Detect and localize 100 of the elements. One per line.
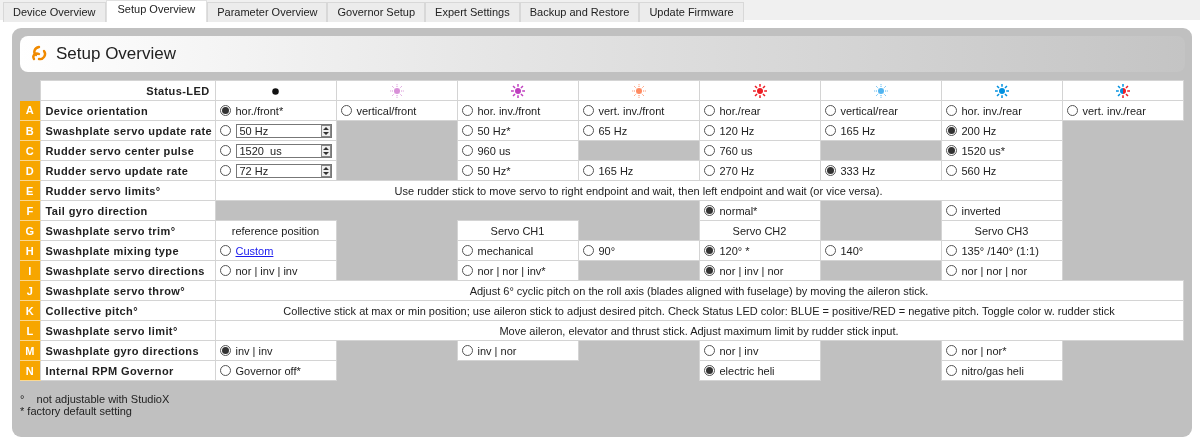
row-letter: K: [25, 304, 34, 317]
tab[interactable]: Governor Setup: [327, 2, 426, 22]
row-label: Swashplate gyro directions: [45, 344, 199, 357]
radio-button[interactable]: [824, 105, 836, 116]
radio-button[interactable]: [461, 145, 473, 156]
row-label: Rudder servo update rate: [45, 164, 189, 177]
option-label: nitro/gas heli: [961, 364, 1024, 377]
radio-button[interactable]: [945, 105, 957, 116]
spinner-icon[interactable]: [320, 124, 331, 137]
radio-button[interactable]: [703, 165, 715, 176]
option-label: 165 Hz: [840, 124, 876, 137]
option-label: 65 Hz: [598, 124, 628, 137]
radio-button[interactable]: [945, 145, 957, 156]
tab[interactable]: Backup and Restore: [519, 2, 640, 22]
option-label: 135° /140° (1:1): [961, 244, 1039, 257]
row-label: Device orientation: [45, 104, 149, 117]
radio-button[interactable]: [219, 165, 231, 176]
radio-button[interactable]: [582, 165, 594, 176]
option-label: nor | inv | inv: [235, 264, 298, 277]
row-label: Swashplate servo throw°: [45, 284, 186, 297]
option-label: nor | inv | nor: [719, 264, 784, 277]
option-label: 140°: [840, 244, 864, 257]
radio-button[interactable]: [340, 105, 352, 116]
radio-button[interactable]: [219, 345, 231, 356]
radio-button[interactable]: [703, 265, 715, 276]
radio-button[interactable]: [461, 345, 473, 356]
option-label: 50 Hz*: [477, 124, 511, 137]
radio-button[interactable]: [945, 125, 957, 136]
row-letter: J: [26, 284, 33, 297]
row-letter: D: [25, 164, 34, 177]
tab[interactable]: Parameter Overview: [207, 2, 328, 22]
radio-button[interactable]: [945, 345, 957, 356]
instruction-text: Adjust 6° cyclic pitch on the roll axis (blades aligned with fuselage) by moving the aileron stick.: [215, 280, 1183, 301]
radio-button[interactable]: [703, 125, 715, 136]
tab[interactable]: Setup Overview: [105, 0, 208, 22]
instruction-text: Move aileron, elevator and thrust stick. Adjust maximum limit by rudder stick input.: [215, 320, 1183, 341]
radio-button[interactable]: [824, 125, 836, 136]
radio-button[interactable]: [703, 245, 715, 256]
row-label: Swashplate mixing type: [45, 244, 179, 257]
option-label: 760 us: [719, 144, 753, 157]
number-field[interactable]: 72 Hz: [235, 163, 332, 178]
option-label: hor./rear: [719, 104, 761, 117]
option-link[interactable]: Custom: [235, 244, 274, 257]
option-label: vertical/rear: [840, 104, 898, 117]
radio-button[interactable]: [703, 105, 715, 116]
spinner-icon[interactable]: [320, 164, 331, 177]
option-label: 120° *: [719, 244, 750, 257]
tab[interactable]: Device Overview: [3, 2, 106, 22]
row-label: Status-LED: [146, 84, 210, 97]
option-label: nor | nor | inv*: [477, 264, 546, 277]
option-label: 270 Hz: [719, 164, 755, 177]
footnote: * factory default setting: [20, 405, 133, 417]
radio-button[interactable]: [461, 245, 473, 256]
radio-button[interactable]: [582, 105, 594, 116]
radio-button[interactable]: [461, 125, 473, 136]
radio-button[interactable]: [945, 365, 957, 376]
radio-button[interactable]: [582, 245, 594, 256]
row-label: Rudder servo limits°: [45, 184, 161, 197]
row-label: Collective pitch°: [45, 304, 138, 317]
option-label: normal*: [719, 204, 758, 217]
option-label: 200 Hz: [961, 124, 997, 137]
option-label: inv | inv: [235, 344, 273, 357]
radio-button[interactable]: [582, 125, 594, 136]
radio-button[interactable]: [219, 105, 231, 116]
radio-button[interactable]: [461, 165, 473, 176]
number-field[interactable]: 1520 us: [235, 143, 332, 158]
radio-button[interactable]: [1066, 105, 1078, 116]
radio-button[interactable]: [945, 245, 957, 256]
option-label: hor./front*: [235, 104, 284, 117]
tab[interactable]: Update Firmware: [639, 2, 744, 22]
spinner-icon[interactable]: [320, 144, 331, 157]
radio-button[interactable]: [703, 365, 715, 376]
radio-button[interactable]: [945, 165, 957, 176]
radio-button[interactable]: [219, 245, 231, 256]
radio-button[interactable]: [703, 345, 715, 356]
dot-icon: [272, 88, 279, 96]
radio-button[interactable]: [703, 145, 715, 156]
radio-button[interactable]: [703, 205, 715, 216]
row-letter: H: [25, 244, 34, 257]
radio-button[interactable]: [824, 165, 836, 176]
radio-button[interactable]: [461, 105, 473, 116]
radio-button[interactable]: [945, 265, 957, 276]
row-label: Internal RPM Governor: [45, 364, 174, 377]
row-label: Swashplate servo update rate: [45, 124, 212, 137]
number-field[interactable]: 50 Hz: [235, 123, 332, 138]
option-label: hor. inv./front: [477, 104, 541, 117]
row-letter: L: [26, 324, 34, 337]
option-label: 1520 us*: [961, 144, 1005, 157]
radio-button[interactable]: [219, 125, 231, 136]
panel-title: Setup Overview: [56, 44, 176, 64]
option-label: Governor off*: [235, 364, 301, 377]
radio-button[interactable]: [219, 365, 231, 376]
footnote: ° not adjustable with StudioX: [20, 393, 171, 405]
tab[interactable]: Expert Settings: [425, 2, 520, 22]
radio-button[interactable]: [219, 265, 231, 276]
radio-button[interactable]: [461, 265, 473, 276]
radio-button[interactable]: [219, 145, 231, 156]
option-label: hor. inv./rear: [961, 104, 1022, 117]
radio-button[interactable]: [824, 245, 836, 256]
radio-button[interactable]: [945, 205, 957, 216]
